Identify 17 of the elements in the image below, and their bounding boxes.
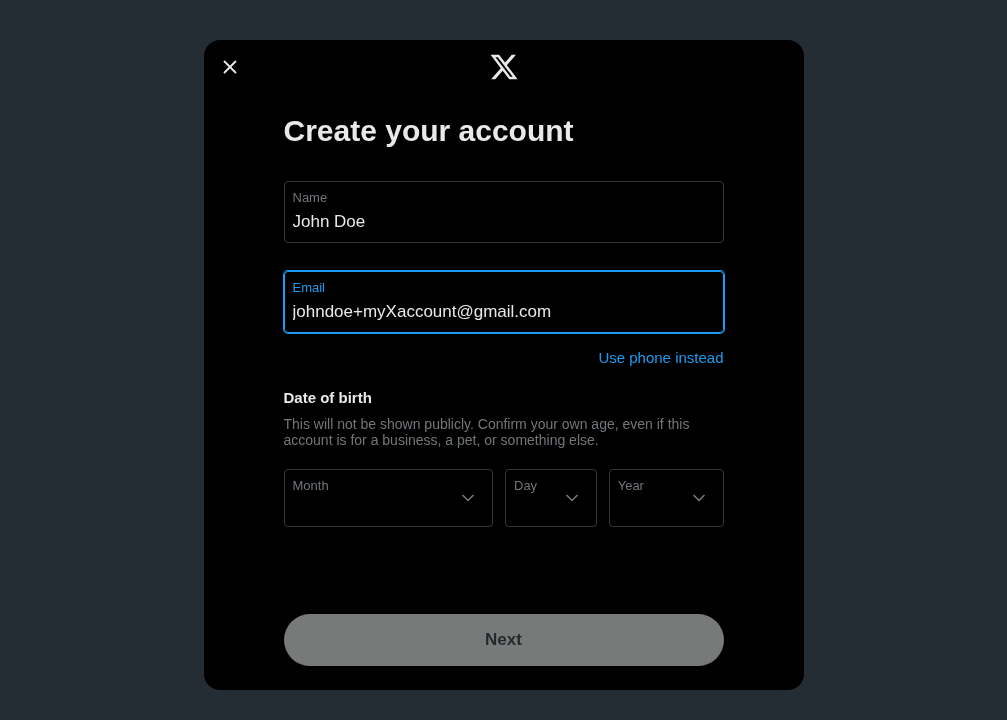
select-label: Day: [514, 478, 538, 494]
logo-icon: [488, 52, 519, 82]
select-label: Month: [292, 478, 329, 494]
dropdown-select[interactable]: Month: [283, 469, 493, 527]
use-phone-link[interactable]: Use phone instead: [598, 348, 724, 368]
input-field[interactable]: Email johndoe+myXaccount@gmail.com: [283, 271, 724, 333]
description-text: This will not be shown publicly. Confirm your own age, even if this account is for a business, a pet, or something else.: [283, 416, 691, 448]
dropdown-select[interactable]: Day: [505, 469, 597, 527]
input-field[interactable]: Name John Doe: [283, 181, 724, 243]
field-label: Name: [292, 190, 328, 206]
dialog-title: Create your account: [283, 113, 575, 149]
dropdown-select[interactable]: Year: [608, 469, 724, 527]
field-label: Email: [292, 280, 325, 296]
field-value[interactable]: johndoe+myXaccount@gmail.com: [292, 300, 715, 324]
section-title: Date of birth: [283, 388, 373, 408]
field-value[interactable]: John Doe: [292, 210, 715, 234]
select-label: Year: [617, 478, 644, 494]
